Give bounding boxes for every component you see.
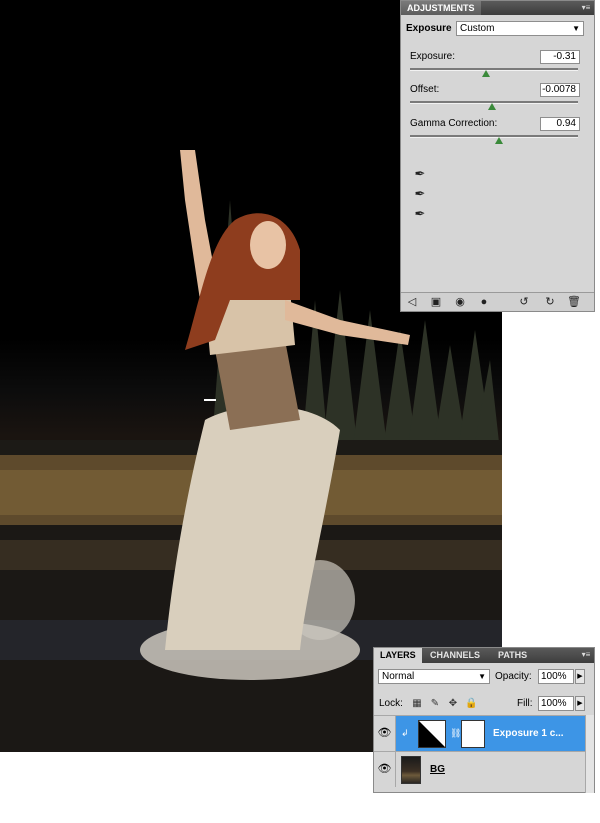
chevron-down-icon: ▼ [572,24,580,33]
face [250,221,286,269]
layers-panel: LAYERS CHANNELS PATHS ▾≡ Normal ▼ Opacit… [373,647,595,793]
offset-slider-thumb[interactable] [488,103,497,110]
gamma-value-field[interactable]: 0.94 [540,117,580,131]
gamma-slider-thumb[interactable] [495,137,504,144]
reset-icon[interactable]: ↻ [543,295,557,309]
gamma-label: Gamma Correction: [410,118,498,129]
layer-mask-thumbnail[interactable] [461,720,485,748]
lock-pixels-icon[interactable]: ✎ [429,698,441,710]
tab-paths[interactable]: PATHS [492,648,533,663]
extended-arm [285,300,410,345]
adjustment-layer-icon [418,720,446,748]
blend-mode-dropdown[interactable]: Normal ▼ [378,669,490,684]
exposure-slider-track[interactable] [410,68,578,71]
layer-thumbnail-bg [401,756,421,784]
preset-dropdown[interactable]: Custom ▼ [456,21,584,36]
return-to-list-icon[interactable]: ◁ [405,295,419,309]
exposure-label: Exposure: [410,51,456,62]
corset [215,340,300,430]
exposure-slider-thumb[interactable] [481,70,490,77]
exposure-slider-group: Exposure: -0.31 [410,50,580,85]
tab-channels[interactable]: CHANNELS [424,648,486,663]
expanded-view-icon[interactable]: ▣ [429,295,443,309]
gamma-slider-group: Gamma Correction: 0.94 [410,117,580,152]
chevron-down-icon: ▼ [478,672,486,681]
eye-icon[interactable]: 👁 [374,716,396,751]
tab-layers[interactable]: LAYERS [374,648,422,663]
layers-scrollbar[interactable] [585,715,594,793]
layer-row-exposure[interactable]: 👁 ↲ ⛓ Exposure 1 c... [374,715,587,751]
opacity-label: Opacity: [495,671,532,682]
opacity-arrow-icon[interactable]: ▶ [575,669,585,684]
gray-point-eyedropper-icon[interactable]: ✒ [412,186,428,202]
offset-slider-group: Offset: -0.0078 [410,83,580,118]
adjustments-tabbar: ADJUSTMENTS ▾≡ [401,1,594,15]
clipping-arrow-icon: ↲ [401,728,409,738]
exposure-glyph [419,721,445,747]
white-point-eyedropper-icon[interactable]: ✒ [412,206,428,222]
adjustment-title: Exposure [406,23,452,34]
black-point-eyedropper-icon[interactable]: ✒ [412,166,428,182]
lock-all-icon[interactable]: 🔒 [465,698,477,710]
preset-value: Custom [460,23,495,34]
tab-adjustments[interactable]: ADJUSTMENTS [401,1,481,15]
delete-icon[interactable]: 🗑 [567,295,581,309]
offset-label: Offset: [410,84,440,95]
eye-icon[interactable]: 👁 [374,752,396,787]
fill-field[interactable]: 100% [538,696,574,711]
lock-position-icon[interactable]: ✥ [447,698,459,710]
gamma-slider-track[interactable] [410,135,578,138]
view-previous-state-icon[interactable]: ↺ [517,295,531,309]
fill-arrow-icon[interactable]: ▶ [575,696,585,711]
layer-row-bg[interactable]: 👁 BG [374,751,587,787]
layer-link-icon[interactable]: ⛓ [450,728,461,739]
light-glint [204,399,216,401]
adjustments-panel: ADJUSTMENTS ▾≡ Exposure Custom ▼ Exposur… [400,0,595,312]
layers-tabbar: LAYERS CHANNELS PATHS ▾≡ [374,648,594,663]
layer-name-exposure[interactable]: Exposure 1 c... [493,728,564,739]
opacity-field[interactable]: 100% [538,669,574,684]
layers-menu-icon[interactable]: ▾≡ [580,649,592,660]
clip-to-layer-icon[interactable]: ◉ [453,295,467,309]
lock-label: Lock: [379,698,403,709]
panel-menu-icon[interactable]: ▾≡ [580,2,592,13]
layer-name-bg[interactable]: BG [430,764,445,775]
visibility-icon[interactable]: ● [477,295,491,309]
fill-label: Fill: [517,698,533,709]
exposure-value-field[interactable]: -0.31 [540,50,580,64]
exposure-header: Exposure Custom ▼ [406,21,590,39]
blend-mode-value: Normal [382,671,415,682]
lock-transparency-icon[interactable]: ▦ [411,698,423,710]
adjustments-footer: ◁ ▣ ◉ ● ↺ ↻ 🗑 [401,292,594,311]
offset-value-field[interactable]: -0.0078 [540,83,580,97]
